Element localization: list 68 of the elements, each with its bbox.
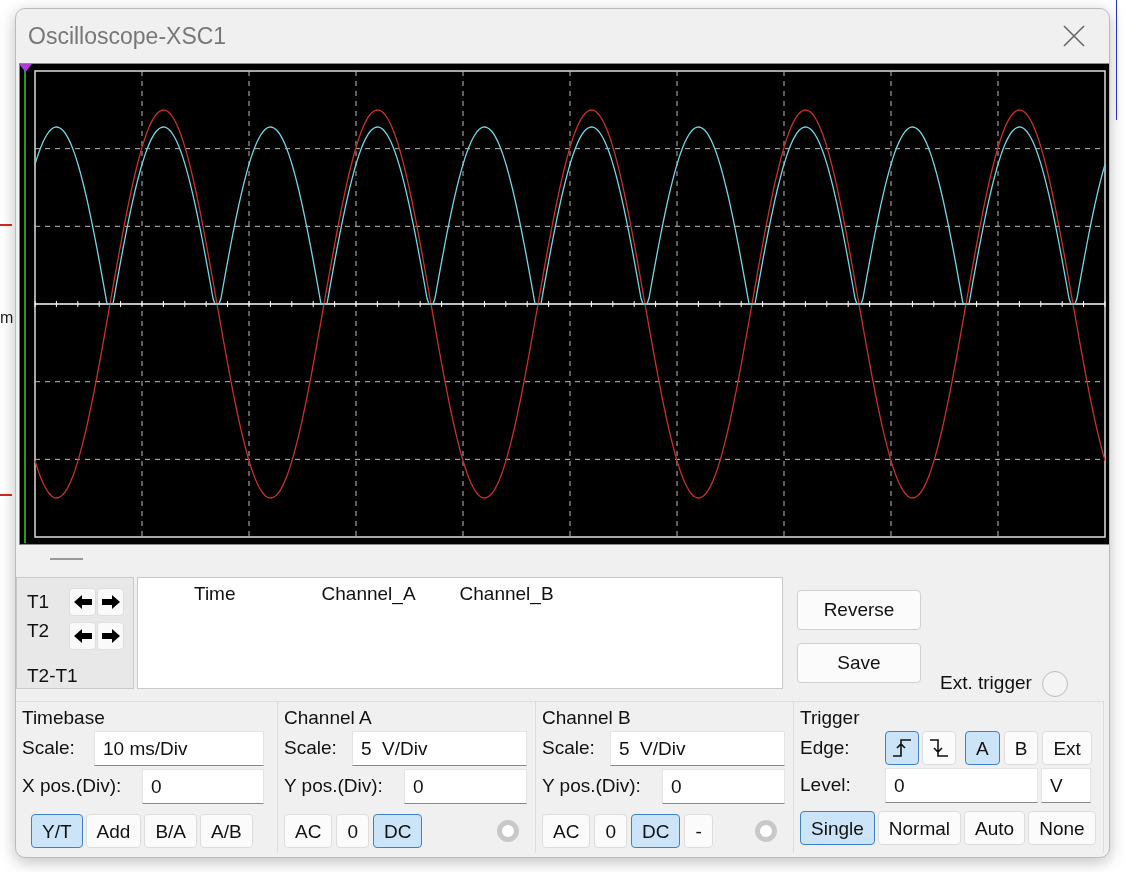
splitter-handle[interactable]	[50, 558, 83, 560]
unit-field[interactable]: V	[1041, 768, 1091, 803]
edge-icon	[928, 737, 950, 759]
toggle-button[interactable]: 0	[336, 814, 369, 848]
connector-icon	[497, 820, 519, 842]
toggle-button[interactable]: AC	[542, 814, 591, 848]
field-label: Level:	[800, 773, 852, 798]
field-label: Scale:	[284, 736, 338, 761]
window-title: Oscilloscope-XSC1	[28, 21, 227, 51]
rising-edge-button[interactable]	[885, 731, 919, 765]
group-title: Channel A	[284, 706, 373, 728]
column-header: Channel_A	[321, 582, 416, 607]
field-label: Scale:	[542, 736, 596, 761]
field-label: Edge:	[800, 735, 851, 760]
toggle-button[interactable]: A	[965, 731, 1000, 765]
cursor-right-button[interactable]	[97, 621, 124, 650]
toggle-button[interactable]: B	[1003, 731, 1039, 765]
toggle-button[interactable]: Ext	[1042, 731, 1092, 765]
toggle-button[interactable]: Add	[85, 814, 142, 848]
ext-trigger-label: Ext. trigger	[940, 670, 1032, 695]
right-arrow-icon	[101, 595, 120, 610]
cursor-label: T2	[27, 619, 51, 644]
cursor-right-button[interactable]	[97, 588, 124, 617]
toggle-button[interactable]: Y/T	[31, 814, 83, 848]
toggle-button[interactable]: Normal	[877, 811, 962, 845]
input-field[interactable]: 0	[662, 769, 785, 804]
cursor-label: T1	[27, 590, 51, 614]
left-arrow-icon	[73, 595, 92, 610]
cursor-left-button[interactable]	[69, 588, 96, 617]
column-header: Time	[194, 582, 236, 606]
cursor[interactable]	[19, 64, 32, 544]
toggle-button[interactable]: AC	[284, 814, 333, 848]
input-field[interactable]: 0	[142, 769, 264, 804]
input-field[interactable]: 0	[404, 769, 527, 804]
input-field[interactable]: 10 ms/Div	[94, 731, 264, 766]
input-field[interactable]: 5 V/Div	[352, 731, 527, 766]
input-field[interactable]: 5 V/Div	[610, 731, 785, 766]
group-title: Timebase	[22, 706, 106, 728]
field-label: Y pos.(Div):	[542, 774, 642, 799]
column-header: Channel_B	[459, 582, 554, 607]
toggle-button[interactable]: None	[1028, 811, 1096, 845]
toggle-button[interactable]: Auto	[964, 811, 1026, 845]
field-label: Y pos.(Div):	[284, 774, 384, 799]
toggle-button[interactable]: -	[684, 814, 713, 848]
field-label: X pos.(Div):	[22, 774, 123, 799]
field-label: Scale:	[22, 736, 76, 761]
group-title: Trigger	[800, 706, 861, 728]
toggle-button[interactable]: A/B	[200, 814, 253, 848]
toggle-button[interactable]: B/A	[144, 814, 197, 848]
action-button[interactable]: Reverse	[797, 590, 921, 630]
right-arrow-icon	[101, 628, 120, 643]
group-title: Channel B	[542, 706, 632, 728]
toggle-button[interactable]: 0	[594, 814, 627, 848]
action-button[interactable]: Save	[797, 643, 921, 683]
toggle-button[interactable]: DC	[373, 814, 423, 848]
left-arrow-icon	[73, 628, 92, 643]
schematic-label: m	[0, 310, 14, 326]
cursor-left-button[interactable]	[69, 621, 96, 650]
toggle-button[interactable]: DC	[631, 814, 681, 848]
edge-icon	[891, 737, 913, 759]
toggle-button[interactable]: Single	[800, 811, 875, 845]
schematic-wire	[0, 224, 12, 226]
input-field[interactable]: 0	[885, 768, 1038, 803]
connector-icon	[755, 820, 777, 842]
close-icon	[1063, 25, 1085, 47]
cursor-difference-label: T2-T1	[27, 663, 79, 688]
schematic-wire	[0, 494, 12, 496]
falling-edge-button[interactable]	[922, 731, 956, 765]
